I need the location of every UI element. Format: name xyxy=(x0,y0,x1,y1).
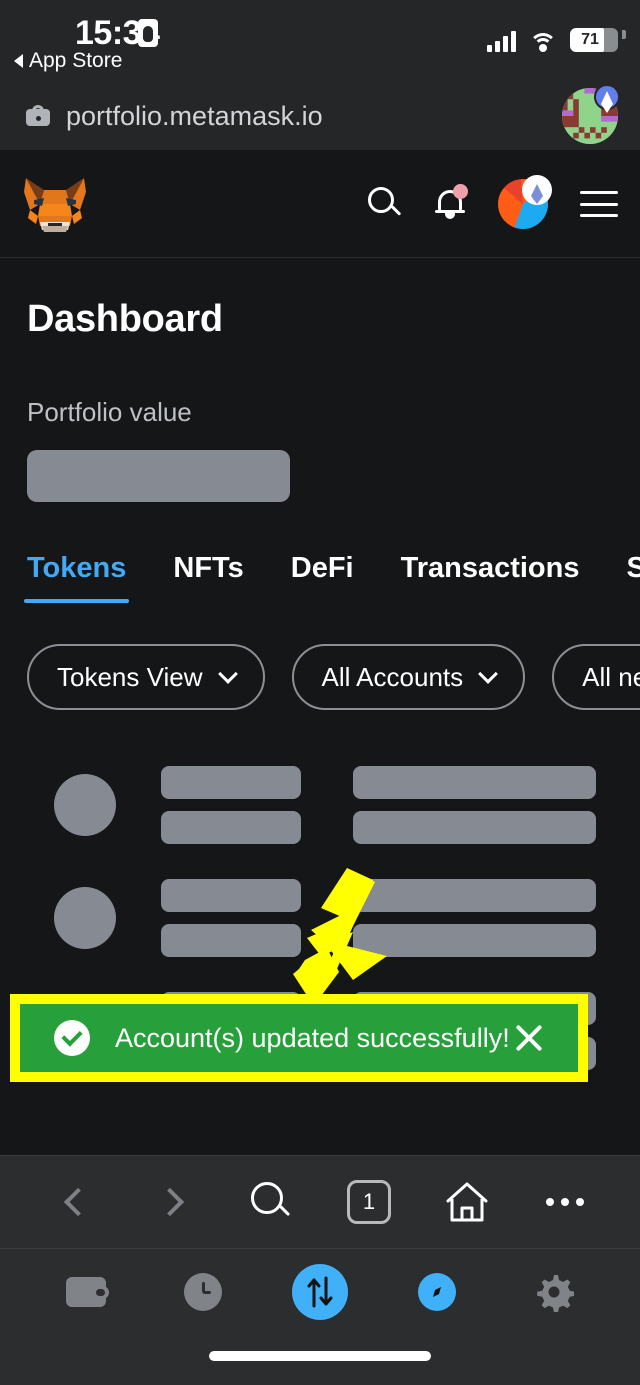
metamask-fox-logo[interactable] xyxy=(22,174,88,234)
success-toast: Account(s) updated successfully! xyxy=(20,1004,578,1072)
filter-all-networks-label: All ne xyxy=(582,661,640,692)
browser-tabs-button[interactable]: 1 xyxy=(341,1174,397,1230)
tab-activity[interactable] xyxy=(173,1262,233,1322)
clock-icon xyxy=(184,1273,223,1311)
more-icon xyxy=(546,1198,584,1206)
filter-pills: Tokens View All Accounts All ne xyxy=(0,644,640,710)
ethereum-network-badge-icon xyxy=(522,175,552,205)
browser-forward-button[interactable] xyxy=(145,1174,201,1230)
account-avatar[interactable] xyxy=(498,175,552,229)
content-tabs: Tokens NFTs DeFi Transactions Spen xyxy=(0,552,640,632)
cellular-signal-icon xyxy=(487,30,516,52)
bell-icon[interactable] xyxy=(434,184,468,222)
browser-search-button[interactable] xyxy=(243,1174,299,1230)
battery-percent: 71 xyxy=(581,31,599,48)
filter-all-networks[interactable]: All ne xyxy=(552,644,640,710)
url-text: portfolio.metamask.io xyxy=(66,100,323,131)
tab-spending-caps[interactable]: Spen xyxy=(627,552,640,603)
app-header xyxy=(0,150,640,258)
toast-message: Account(s) updated successfully! xyxy=(115,1022,510,1053)
chevron-down-icon xyxy=(217,664,238,684)
ios-status-bar: 15:34 App Store 71 xyxy=(0,0,640,82)
avatar-skeleton xyxy=(54,773,116,836)
tab-nfts[interactable]: NFTs xyxy=(173,552,243,603)
gear-icon xyxy=(534,1272,575,1313)
browser-url-bar[interactable]: portfolio.metamask.io xyxy=(0,82,640,150)
browser-toolbar: 1 xyxy=(0,1155,640,1248)
home-icon xyxy=(444,1181,490,1223)
filter-all-accounts[interactable]: All Accounts xyxy=(291,644,526,710)
phone-screen: 15:34 App Store 71 portfolio.metamask.io xyxy=(0,0,640,1385)
battery-icon: 71 xyxy=(570,28,618,52)
ethereum-icon xyxy=(594,84,620,113)
notification-badge xyxy=(453,184,468,199)
tab-count: 1 xyxy=(347,1180,391,1224)
list-item xyxy=(0,748,640,861)
chevron-down-icon xyxy=(478,664,499,684)
toast-highlight-border: Account(s) updated successfully! xyxy=(10,994,588,1082)
lock-icon xyxy=(26,105,50,126)
down-left-arrow-annotation xyxy=(275,868,395,1008)
id-badge-icon xyxy=(138,19,158,47)
battery-cap-icon xyxy=(622,30,626,39)
search-icon[interactable] xyxy=(368,187,402,221)
tab-swap[interactable] xyxy=(290,1262,350,1322)
filter-tokens-view[interactable]: Tokens View xyxy=(27,644,265,710)
tab-wallet[interactable] xyxy=(56,1262,116,1322)
wifi-icon xyxy=(529,31,557,52)
browser-home-button[interactable] xyxy=(439,1174,495,1230)
check-circle-icon xyxy=(54,1020,90,1056)
hamburger-menu-icon[interactable] xyxy=(580,191,618,217)
filter-tokens-view-label: Tokens View xyxy=(57,661,203,692)
home-indicator xyxy=(209,1351,431,1361)
portfolio-value-label: Portfolio value xyxy=(27,397,192,427)
tab-browser[interactable] xyxy=(407,1262,467,1322)
close-icon[interactable] xyxy=(512,1021,546,1055)
browser-back-button[interactable] xyxy=(47,1174,103,1230)
portfolio-value-skeleton xyxy=(27,450,290,502)
compass-icon xyxy=(417,1273,456,1311)
avatar-skeleton xyxy=(54,886,116,949)
back-to-app-link[interactable]: App Store xyxy=(14,49,122,73)
browser-more-button[interactable] xyxy=(537,1174,593,1230)
page-title: Dashboard xyxy=(27,298,223,340)
status-bar-indicators: 71 xyxy=(487,22,618,52)
tab-defi[interactable]: DeFi xyxy=(291,552,354,603)
tab-tokens[interactable]: Tokens xyxy=(23,552,130,603)
back-triangle-icon xyxy=(14,54,23,68)
filter-all-accounts-label: All Accounts xyxy=(321,661,464,692)
back-to-app-label: App Store xyxy=(29,49,123,72)
app-tab-bar xyxy=(0,1248,640,1385)
swap-arrows-icon xyxy=(291,1264,348,1320)
wallet-icon xyxy=(66,1277,110,1307)
header-actions xyxy=(368,150,618,258)
tab-transactions[interactable]: Transactions xyxy=(401,552,580,603)
tab-settings[interactable] xyxy=(524,1262,584,1322)
